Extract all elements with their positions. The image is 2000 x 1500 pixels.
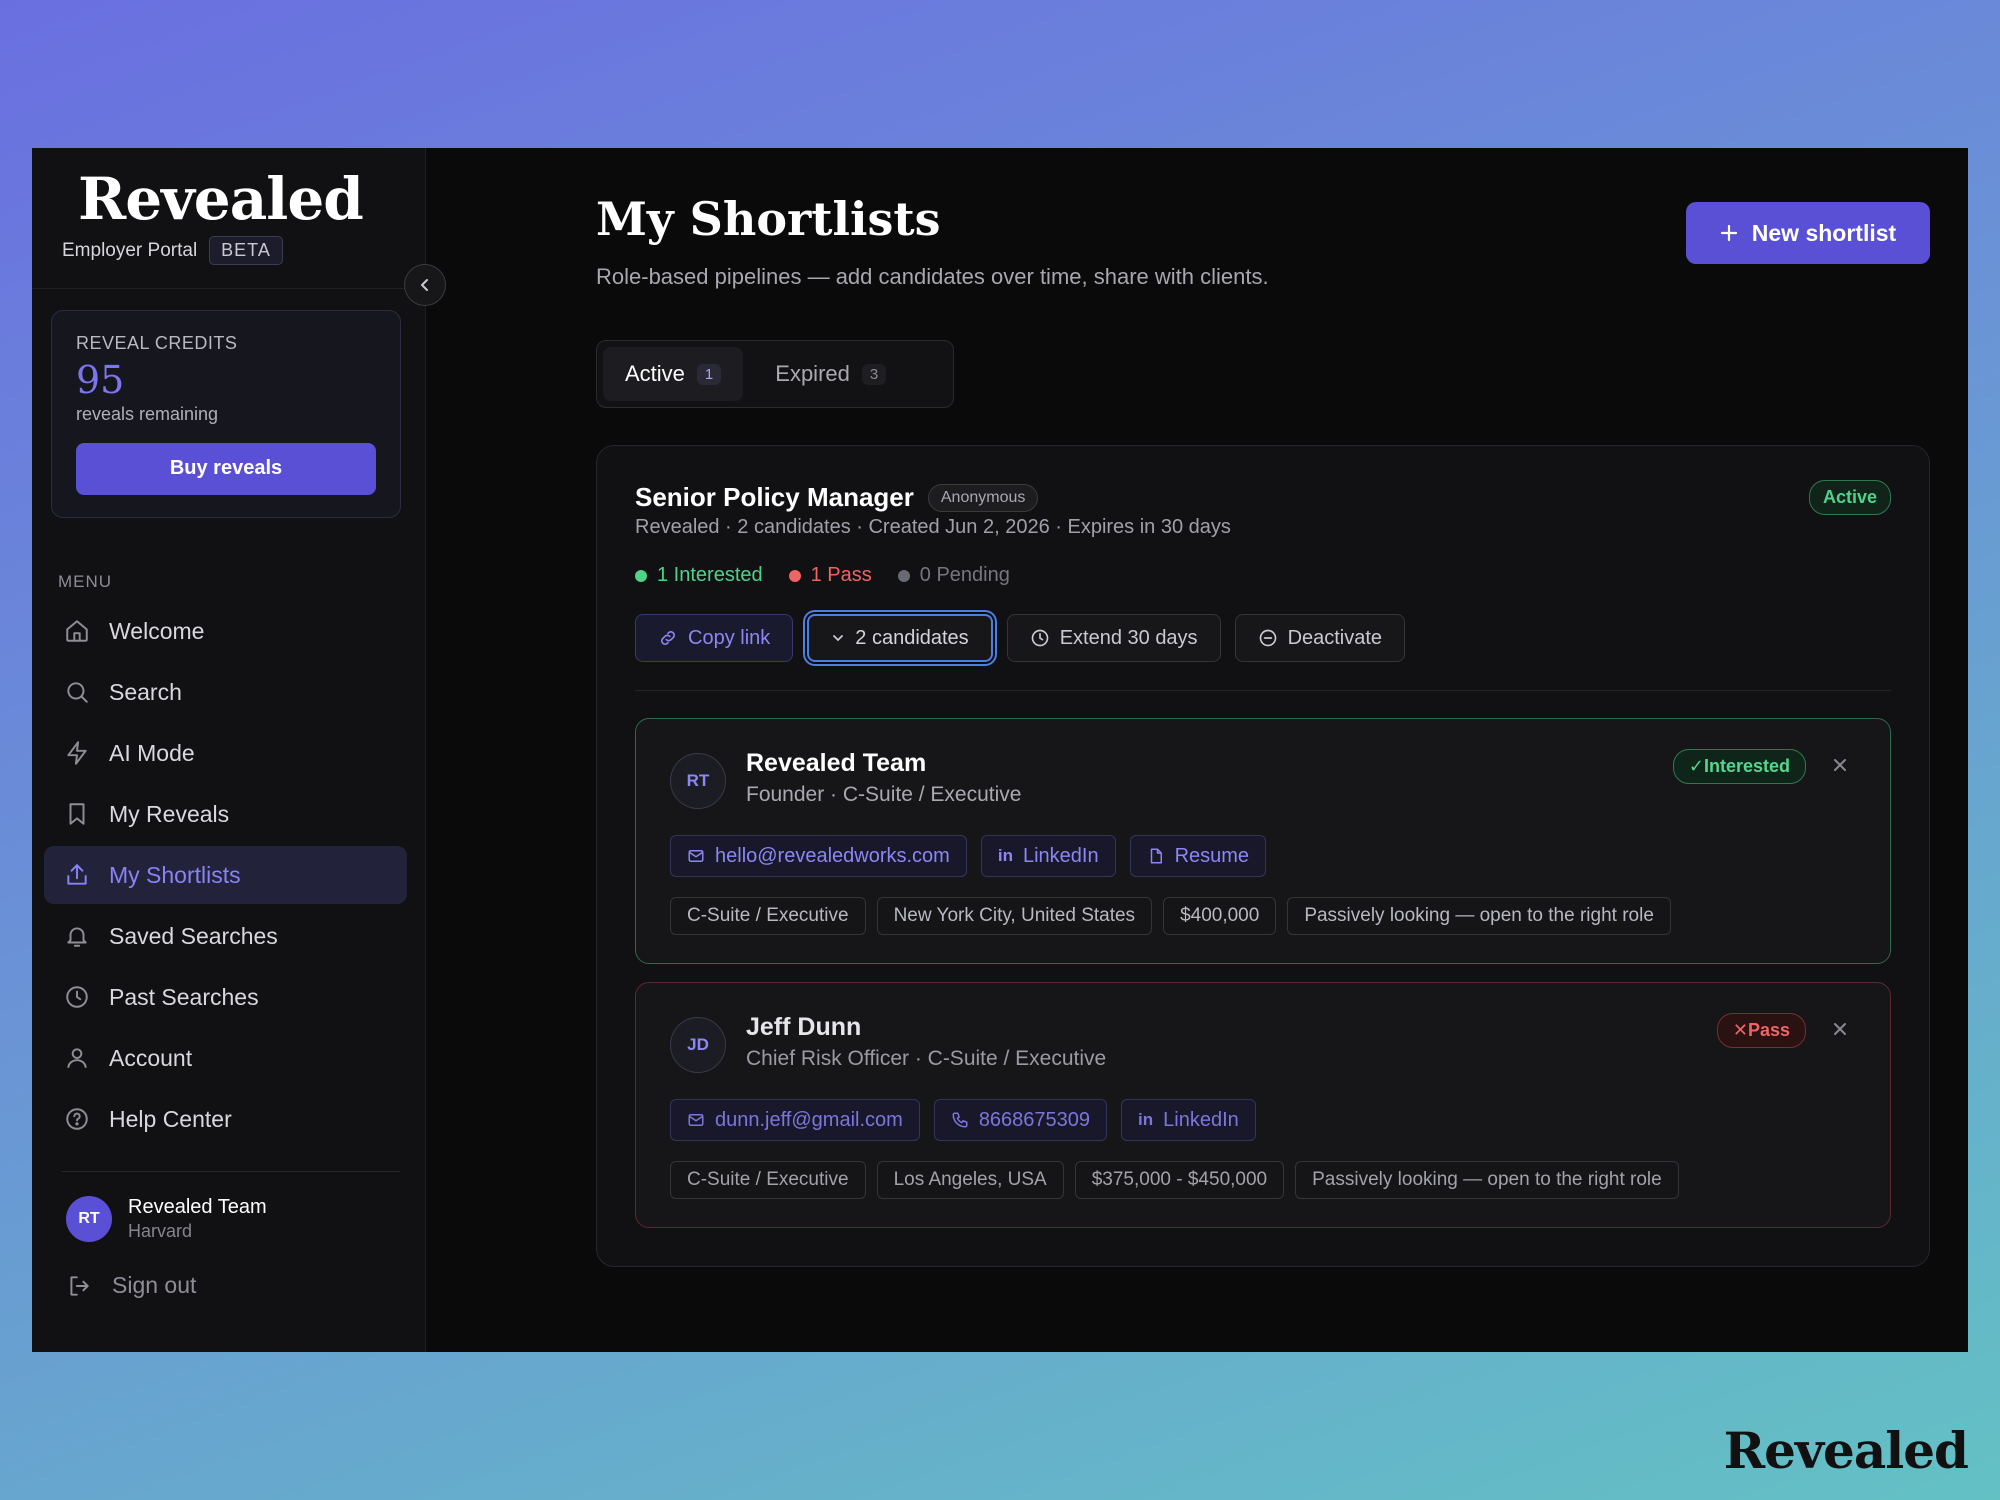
minus-circle-icon (1259, 629, 1276, 647)
tag-salary: $400,000 (1163, 897, 1277, 935)
new-shortlist-button[interactable]: New shortlist (1686, 202, 1930, 264)
linkedin-text: LinkedIn (1022, 844, 1099, 867)
close-icon[interactable] (1830, 755, 1850, 775)
shortlist-card: Senior Policy Manager Anonymous Revealed… (596, 445, 1930, 1267)
shortlist-meta: Revealed · 2 candidates · Created Jun 2,… (635, 516, 1231, 538)
stat-label: 1 Pass (810, 564, 872, 586)
avatar: RT (670, 753, 726, 809)
linkedin-icon: in (1138, 1110, 1154, 1129)
candidate-title: Chief Risk Officer · C-Suite / Executive (746, 1047, 1107, 1070)
linkedin-link[interactable]: in LinkedIn (980, 835, 1116, 877)
document-icon (1150, 848, 1162, 864)
phone-text: 8668675309 (978, 1108, 1091, 1131)
stat-pass: 1 Pass (788, 564, 872, 587)
linkedin-text: LinkedIn (1163, 1108, 1239, 1131)
email-link[interactable]: dunn.jeff@gmail.com (670, 1099, 920, 1141)
copy-link-label: Copy link (688, 626, 771, 649)
candidate-name[interactable]: Jeff Dunn (746, 1013, 861, 1042)
plus-icon (1720, 224, 1737, 242)
footer-brand-logo: Revealed (1723, 1421, 1969, 1480)
candidate-card: JD Jeff Dunn Chief Risk Officer · C-Suit… (635, 982, 1891, 1228)
tab-label: Expired (775, 361, 850, 386)
shortlist-tabs: Active 1 Expired 3 (596, 340, 954, 408)
new-shortlist-label: New shortlist (1751, 219, 1897, 246)
extend-button[interactable]: Extend 30 days (1006, 614, 1221, 662)
candidate-contacts: hello@revealedworks.com in LinkedIn Resu… (670, 835, 1267, 877)
candidate-tags: C-Suite / Executive Los Angeles, USA $37… (670, 1161, 1679, 1199)
page-title: My Shortlists (596, 192, 941, 246)
stat-interested: 1 Interested (635, 564, 763, 587)
mail-icon (688, 1114, 704, 1126)
mail-icon (688, 850, 704, 862)
tab-label: Active (625, 361, 685, 386)
candidate-name[interactable]: Revealed Team (746, 749, 926, 778)
resume-text: Resume (1174, 844, 1250, 867)
phone-link[interactable]: 8668675309 (933, 1099, 1108, 1141)
stat-label: 0 Pending (919, 564, 1010, 586)
avatar: JD (670, 1017, 726, 1073)
deactivate-button[interactable]: Deactivate (1234, 614, 1406, 662)
tab-count: 1 (696, 363, 722, 385)
dot-icon (897, 569, 910, 582)
candidate-title: Founder · C-Suite / Executive (746, 783, 1022, 806)
tab-expired[interactable]: Expired 3 (753, 347, 908, 401)
email-link[interactable]: hello@revealedworks.com (670, 835, 967, 877)
email-text: dunn.jeff@gmail.com (715, 1108, 903, 1131)
candidates-toggle-button[interactable]: 2 candidates (807, 614, 993, 662)
dot-icon (635, 569, 647, 582)
shortlist-actions: Copy link 2 candidates Extend 30 days De… (635, 614, 1406, 662)
stat-label: 1 Interested (657, 564, 763, 586)
page-subtitle: Role-based pipelines — add candidates ov… (596, 264, 1269, 289)
candidates-toggle-label: 2 candidates (855, 626, 969, 649)
app-window: Revealed Employer Portal BETA REVEAL CRE… (32, 148, 1968, 1352)
chevron-down-icon (833, 635, 844, 642)
tag-salary: $375,000 - $450,000 (1074, 1161, 1285, 1199)
shortlist-title[interactable]: Senior Policy Manager (635, 482, 914, 513)
divider (635, 690, 1891, 691)
shortlist-stats: 1 Interested 1 Pass 0 Pending (635, 564, 1010, 587)
chevron-left-icon (421, 279, 428, 291)
extend-label: Extend 30 days (1059, 626, 1198, 649)
tag-status: Passively looking — open to the right ro… (1295, 1161, 1679, 1199)
status-badge: Active (1808, 480, 1891, 515)
tag-location: Los Angeles, USA (876, 1161, 1064, 1199)
linkedin-icon: in (997, 846, 1013, 865)
candidate-tags: C-Suite / Executive New York City, Unite… (670, 897, 1671, 935)
tab-count: 3 (861, 363, 887, 385)
clock-icon (1031, 629, 1049, 647)
main-content: My Shortlists Role-based pipelines — add… (426, 148, 1968, 1352)
tag-location: New York City, United States (876, 897, 1153, 935)
close-icon[interactable] (1830, 1019, 1850, 1039)
dot-icon (788, 569, 801, 582)
copy-link-button[interactable]: Copy link (635, 614, 794, 662)
tag-level: C-Suite / Executive (670, 1161, 866, 1199)
anonymous-badge: Anonymous (927, 483, 1039, 512)
tab-active[interactable]: Active 1 (603, 347, 744, 401)
email-text: hello@revealedworks.com (715, 844, 950, 867)
linkedin-link[interactable]: in LinkedIn (1121, 1099, 1256, 1141)
resume-link[interactable]: Resume (1129, 835, 1267, 877)
candidate-contacts: dunn.jeff@gmail.com 8668675309 in Linked… (670, 1099, 1256, 1141)
interested-badge[interactable]: ✓Interested (1672, 749, 1806, 784)
pass-badge[interactable]: ✕Pass (1716, 1013, 1806, 1048)
tag-status: Passively looking — open to the right ro… (1287, 897, 1671, 935)
collapse-sidebar-button[interactable] (404, 264, 446, 306)
tag-level: C-Suite / Executive (670, 897, 866, 935)
candidate-card: RT Revealed Team Founder · C-Suite / Exe… (635, 718, 1891, 964)
stat-pending: 0 Pending (897, 564, 1010, 587)
deactivate-label: Deactivate (1287, 626, 1383, 649)
phone-icon (952, 1112, 968, 1128)
link-icon (661, 631, 675, 645)
